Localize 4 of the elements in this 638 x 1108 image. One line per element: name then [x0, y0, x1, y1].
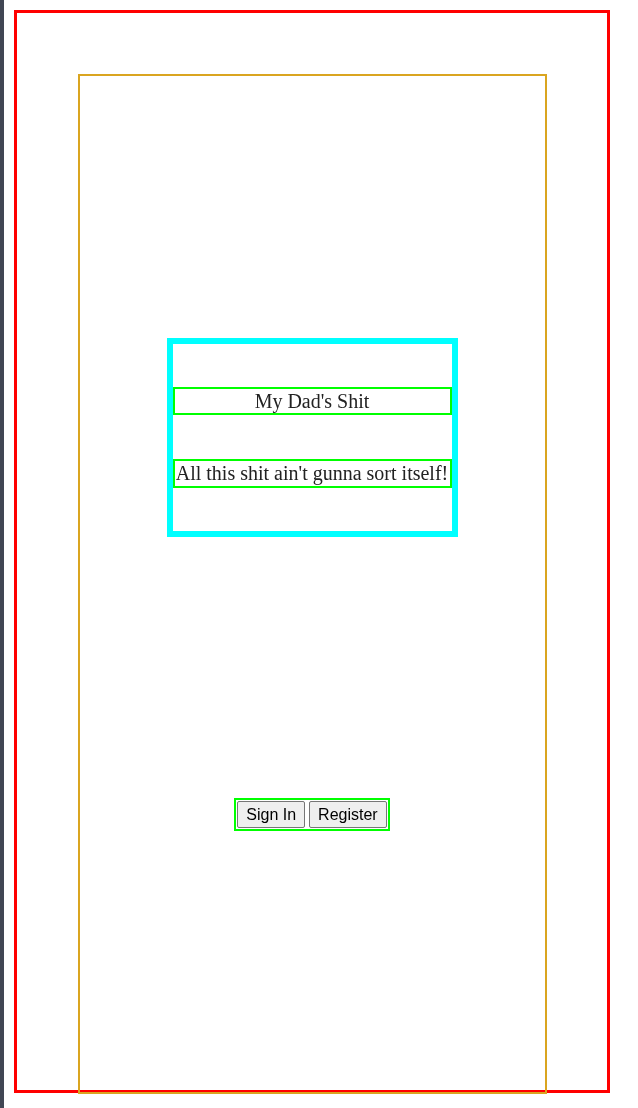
register-button[interactable]: Register [309, 801, 387, 828]
page-title: My Dad's Shit [172, 387, 452, 415]
tagline: All this shit ain't gunna sort itself! [172, 459, 452, 488]
sign-in-button[interactable]: Sign In [237, 801, 306, 828]
